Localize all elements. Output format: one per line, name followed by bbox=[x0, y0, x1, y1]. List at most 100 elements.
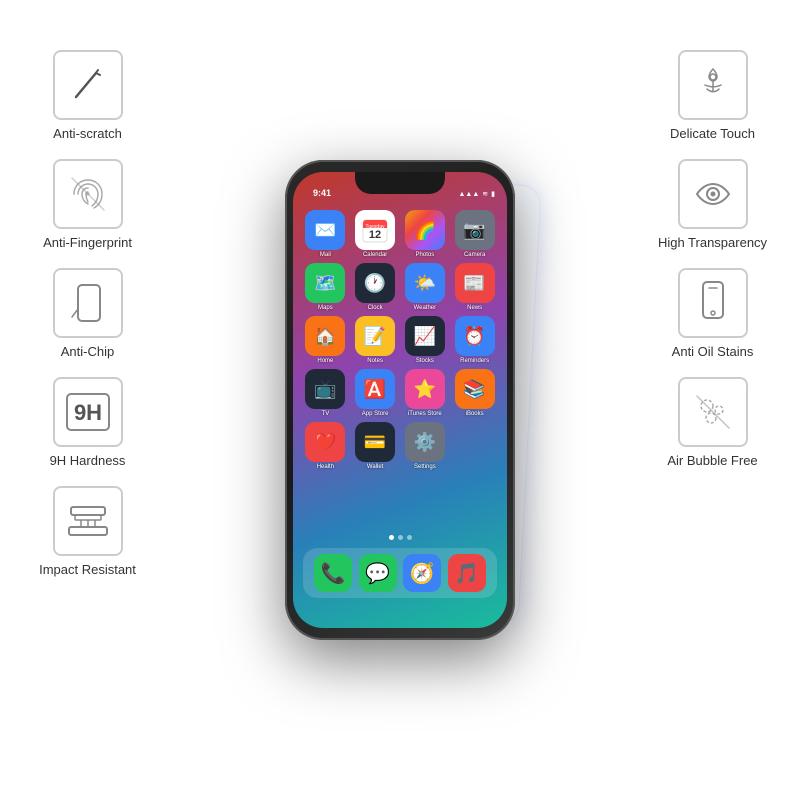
right-features-column: Delicate Touch High Transparency Ant bbox=[635, 50, 790, 468]
fingerprint-icon bbox=[66, 172, 110, 216]
anti-oil-stains-icon-box bbox=[678, 268, 748, 338]
list-item: ❤️ Health bbox=[303, 422, 348, 470]
main-container: Anti-scratch Anti-Fingerprint bbox=[0, 0, 800, 800]
delicate-touch-icon-box bbox=[678, 50, 748, 120]
settings-app-icon[interactable]: ⚙️ bbox=[405, 422, 445, 462]
list-item: 🌈 Photos bbox=[403, 210, 448, 258]
bubble-icon bbox=[691, 390, 735, 434]
list-item: 🅰️ App Store bbox=[353, 369, 398, 417]
news-app-icon[interactable]: 📰 bbox=[455, 263, 495, 303]
9h-hardness-icon-box: 9H bbox=[53, 377, 123, 447]
reminders-app-icon[interactable]: ⏰ bbox=[455, 316, 495, 356]
wallet-app-icon[interactable]: 💳 bbox=[355, 422, 395, 462]
impact-icon bbox=[63, 501, 113, 541]
feature-anti-fingerprint: Anti-Fingerprint bbox=[10, 159, 165, 250]
list-item: ⭐ iTunes Store bbox=[403, 369, 448, 417]
iphone-body: 9:41 ▲▲▲ ≋ ▮ ✉️ Mail bbox=[285, 160, 515, 640]
list-item: 12 Tuesday Calendar bbox=[353, 210, 398, 258]
photos-app-icon[interactable]: 🌈 bbox=[405, 210, 445, 250]
anti-oil-stains-label: Anti Oil Stains bbox=[672, 344, 754, 359]
mail-app-icon[interactable]: ✉️ bbox=[305, 210, 345, 250]
list-item: 🗺️ Maps bbox=[303, 263, 348, 311]
photos-app-label: Photos bbox=[416, 252, 435, 258]
9h-icon: 9H bbox=[63, 390, 113, 434]
health-app-icon[interactable]: ❤️ bbox=[305, 422, 345, 462]
air-bubble-free-label: Air Bubble Free bbox=[667, 453, 757, 468]
list-item: 🌤️ Weather bbox=[403, 263, 448, 311]
itunes-app-icon[interactable]: ⭐ bbox=[405, 369, 445, 409]
high-transparency-icon-box bbox=[678, 159, 748, 229]
health-app-label: Health bbox=[317, 464, 334, 470]
appstore-app-label: App Store bbox=[362, 411, 389, 417]
news-app-label: News bbox=[467, 305, 482, 311]
high-transparency-label: High Transparency bbox=[658, 235, 767, 250]
signal-icon: ▲▲▲ bbox=[458, 191, 479, 198]
feature-high-transparency: High Transparency bbox=[635, 159, 790, 250]
itunes-app-label: iTunes Store bbox=[408, 411, 442, 417]
svg-text:9H: 9H bbox=[73, 400, 101, 425]
svg-text:12: 12 bbox=[369, 229, 381, 241]
home-app-label: Home bbox=[317, 358, 333, 364]
notes-app-label: Notes bbox=[367, 358, 383, 364]
reminders-app-label: Reminders bbox=[460, 358, 489, 364]
feature-anti-oil-stains: Anti Oil Stains bbox=[635, 268, 790, 359]
list-item: 📈 Stocks bbox=[403, 316, 448, 364]
feature-delicate-touch: Delicate Touch bbox=[635, 50, 790, 141]
impact-resistant-label: Impact Resistant bbox=[39, 562, 136, 577]
dock: 📞 💬 🧭 🎵 bbox=[303, 548, 497, 598]
phone-container: 9:41 ▲▲▲ ≋ ▮ ✉️ Mail bbox=[285, 160, 515, 640]
maps-app-icon[interactable]: 🗺️ bbox=[305, 263, 345, 303]
clock-app-icon[interactable]: 🕐 bbox=[355, 263, 395, 303]
maps-app-label: Maps bbox=[318, 305, 333, 311]
tv-app-label: TV bbox=[322, 411, 330, 417]
camera-app-icon[interactable]: 📷 bbox=[455, 210, 495, 250]
list-item: ✉️ Mail bbox=[303, 210, 348, 258]
messages-dock-icon[interactable]: 💬 bbox=[359, 554, 397, 592]
air-bubble-free-icon-box bbox=[678, 377, 748, 447]
list-item: 📷 Camera bbox=[452, 210, 497, 258]
appstore-app-icon[interactable]: 🅰️ bbox=[355, 369, 395, 409]
wallet-app-label: Wallet bbox=[367, 464, 383, 470]
list-item: 💳 Wallet bbox=[353, 422, 398, 470]
weather-app-label: Weather bbox=[414, 305, 437, 311]
impact-resistant-icon-box bbox=[53, 486, 123, 556]
music-dock-icon[interactable]: 🎵 bbox=[448, 554, 486, 592]
anti-chip-icon-box bbox=[53, 268, 123, 338]
settings-app-label: Settings bbox=[414, 464, 436, 470]
list-item: ⏰ Reminders bbox=[452, 316, 497, 364]
list-item: 📺 TV bbox=[303, 369, 348, 417]
iphone-screen: 9:41 ▲▲▲ ≋ ▮ ✉️ Mail bbox=[293, 172, 507, 628]
anti-chip-label: Anti-Chip bbox=[61, 344, 114, 359]
list-item: 📰 News bbox=[452, 263, 497, 311]
svg-text:Tuesday: Tuesday bbox=[366, 224, 385, 230]
phone-dock-icon[interactable]: 📞 bbox=[314, 554, 352, 592]
notes-app-icon[interactable]: 📝 bbox=[355, 316, 395, 356]
list-item: 📚 iBooks bbox=[452, 369, 497, 417]
ibooks-app-label: iBooks bbox=[466, 411, 484, 417]
wifi-icon: ≋ bbox=[482, 190, 488, 198]
home-app-icon[interactable]: 🏠 bbox=[305, 316, 345, 356]
touch-icon bbox=[691, 63, 735, 107]
list-item: ⚙️ Settings bbox=[403, 422, 448, 470]
anti-scratch-icon-box bbox=[53, 50, 123, 120]
feature-9h-hardness: 9H 9H Hardness bbox=[10, 377, 165, 468]
mail-app-label: Mail bbox=[320, 252, 331, 258]
calendar-app-icon[interactable]: 12 Tuesday bbox=[355, 210, 395, 250]
ibooks-app-icon[interactable]: 📚 bbox=[455, 369, 495, 409]
weather-app-icon[interactable]: 🌤️ bbox=[405, 263, 445, 303]
list-item: 🏠 Home bbox=[303, 316, 348, 364]
safari-dock-icon[interactable]: 🧭 bbox=[403, 554, 441, 592]
phone-outline-icon bbox=[691, 278, 735, 328]
page-dot-1 bbox=[389, 535, 394, 540]
feature-impact-resistant: Impact Resistant bbox=[10, 486, 165, 577]
page-dot-3 bbox=[407, 535, 412, 540]
anti-fingerprint-label: Anti-Fingerprint bbox=[43, 235, 132, 250]
anti-fingerprint-icon-box bbox=[53, 159, 123, 229]
left-features-column: Anti-scratch Anti-Fingerprint bbox=[10, 50, 165, 577]
tv-app-icon[interactable]: 📺 bbox=[305, 369, 345, 409]
list-item: 🕐 Clock bbox=[353, 263, 398, 311]
battery-icon: ▮ bbox=[491, 190, 495, 198]
calendar-app-label: Calendar bbox=[363, 252, 387, 258]
status-icons: ▲▲▲ ≋ ▮ bbox=[458, 190, 495, 198]
stocks-app-icon[interactable]: 📈 bbox=[405, 316, 445, 356]
